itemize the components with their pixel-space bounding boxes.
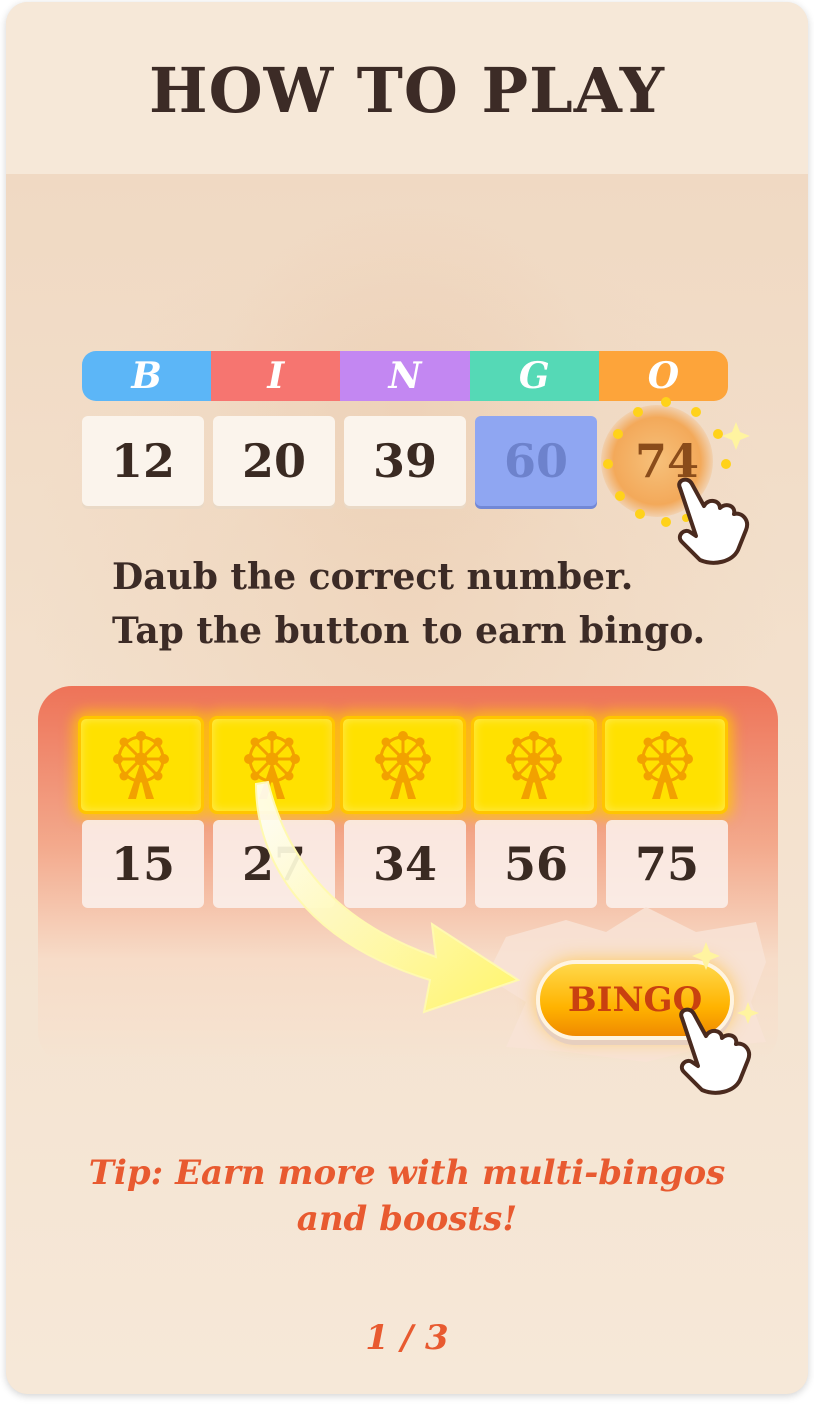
how-to-play-card: HOW TO PLAY B I N G O 12 20 39 60 74 Dau… (6, 2, 808, 1394)
pointing-hand-icon (679, 1007, 751, 1095)
tip-line-2: and boosts! (296, 1199, 518, 1239)
pointing-hand-icon (677, 477, 749, 565)
page-indicator: 1 / 3 (365, 1318, 449, 1358)
tip-line-1: Tip: Earn more with multi-bingos (88, 1153, 726, 1193)
tip-text: Tip: Earn more with multi-bingos and boo… (6, 1150, 808, 1242)
